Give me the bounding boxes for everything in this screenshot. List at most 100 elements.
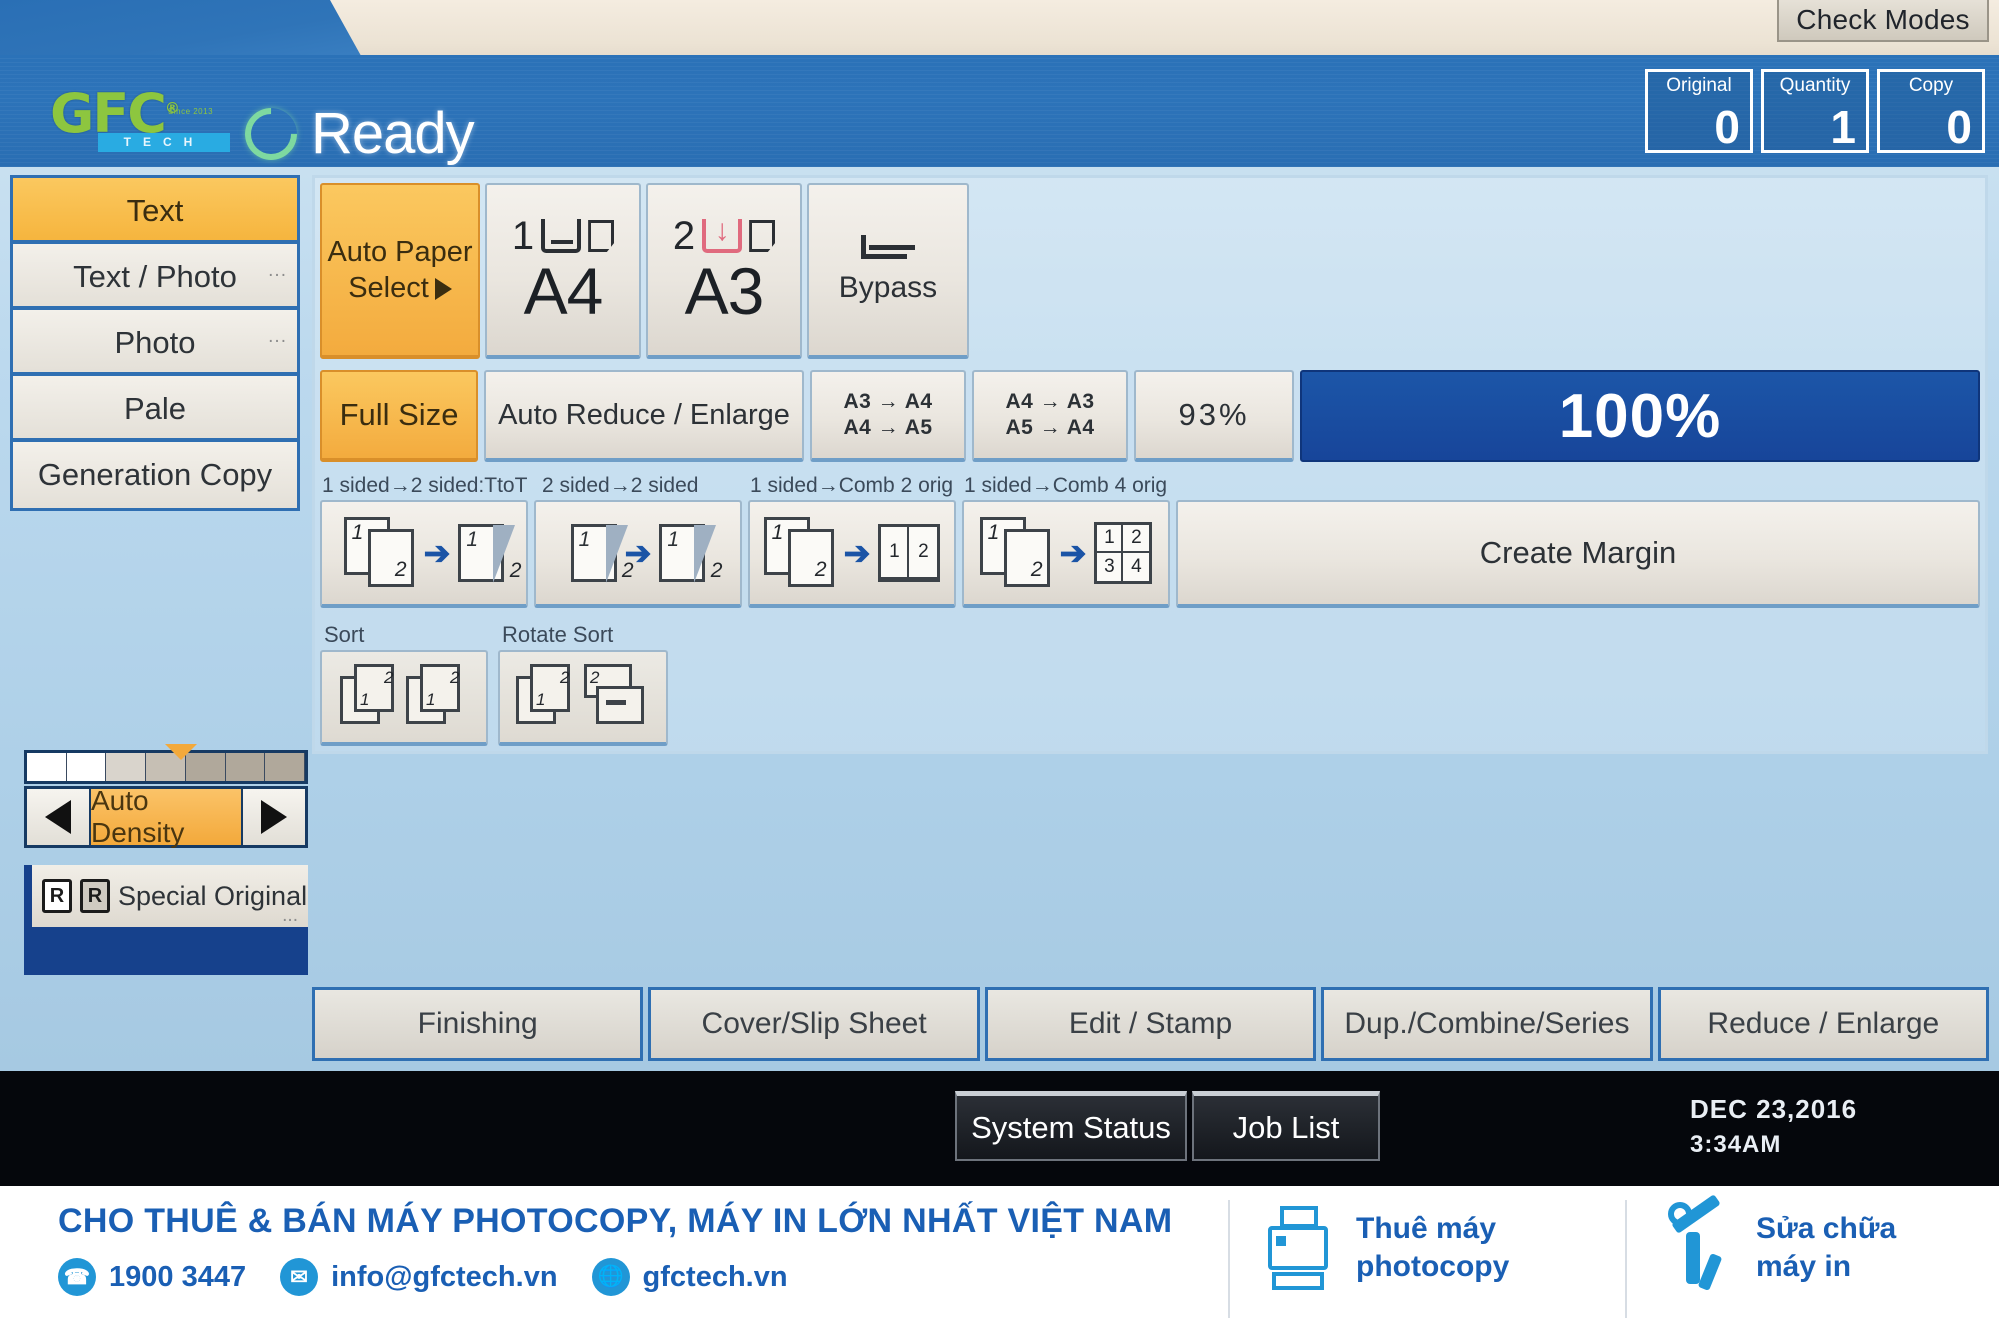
quality-option-text-photo[interactable]: Text / Photo ... bbox=[13, 244, 297, 310]
quality-label: Generation Copy bbox=[37, 457, 273, 492]
bypass-tray-button[interactable]: Bypass bbox=[807, 183, 969, 359]
page-number: 4 bbox=[1131, 556, 1142, 577]
density-segment bbox=[225, 753, 266, 781]
tab-reduce-enlarge[interactable]: Reduce / Enlarge bbox=[1657, 987, 1990, 1061]
datetime-display: DEC 23,2016 3:34AM bbox=[1690, 1091, 1857, 1163]
check-modes-button[interactable]: Check Modes bbox=[1777, 0, 1989, 42]
tab-cover-slip-sheet[interactable]: Cover/Slip Sheet bbox=[648, 987, 980, 1061]
page-number: 2 bbox=[560, 668, 570, 687]
auto-paper-select-button[interactable]: Auto Paper Select bbox=[320, 183, 480, 359]
paper-tray-2-button[interactable]: 2 ↓ A3 bbox=[646, 183, 802, 359]
page-number: 1 bbox=[771, 521, 784, 544]
more-options-dots: ... bbox=[282, 905, 298, 926]
banner-website[interactable]: 🌐 gfctech.vn bbox=[591, 1258, 788, 1296]
job-list-label: Job List bbox=[1232, 1109, 1340, 1145]
auto-reduce-enlarge-button[interactable]: Auto Reduce / Enlarge bbox=[484, 370, 804, 462]
banner-phone[interactable]: ☎ 1900 3447 bbox=[58, 1258, 246, 1296]
down-arrow-icon: ↓ bbox=[714, 214, 730, 247]
density-row: Auto Density bbox=[24, 785, 308, 848]
tab-finishing[interactable]: Finishing bbox=[312, 987, 644, 1061]
two-page-stack-icon: 1 2 bbox=[343, 517, 416, 589]
page-number: 1 bbox=[881, 527, 910, 579]
page-number: 2 bbox=[1030, 558, 1043, 581]
combine-2-originals-button[interactable]: 1 2 ➔ 1 2 bbox=[748, 500, 956, 608]
combine-4-originals-button[interactable]: 1 2 ➔ 1 2 3 4 bbox=[962, 500, 1170, 608]
page-number: 2 bbox=[450, 668, 460, 687]
sorted-stack-icon: 1 2 bbox=[406, 664, 468, 730]
quality-option-pale[interactable]: Pale bbox=[13, 376, 297, 442]
lcd-screen: GFC® Since 2013 TECH Ready Original 0 Qu… bbox=[0, 55, 1999, 1071]
ratio-line-1: A3 → A4 bbox=[843, 390, 933, 413]
ratio-93-button[interactable]: 93% bbox=[1134, 370, 1294, 462]
ratio-a3a4-button[interactable]: A3 → A4 A4 → A5 bbox=[810, 370, 966, 462]
tray-2-icons: 2 ↓ bbox=[673, 214, 776, 256]
paper-tray-icon bbox=[541, 219, 582, 253]
system-status-button[interactable]: System Status bbox=[955, 1091, 1187, 1161]
duplex-label-3: 1 sided→Comb 2 orig bbox=[750, 474, 954, 497]
service-rental-line1: Thuê máy bbox=[1356, 1212, 1497, 1245]
current-zoom-display[interactable]: 100% bbox=[1300, 370, 1980, 462]
job-list-button[interactable]: Job List bbox=[1192, 1091, 1380, 1161]
counter-quantity: Quantity 1 bbox=[1761, 69, 1869, 153]
ratio-line-2: A5 → A4 bbox=[1005, 416, 1095, 439]
logo-subtitle: TECH bbox=[98, 133, 230, 152]
right-arrow-icon bbox=[261, 800, 287, 834]
density-increase-button[interactable] bbox=[243, 789, 305, 845]
auto-density-button[interactable]: Auto Density bbox=[89, 785, 243, 848]
copier-touch-panel: Check Modes GFC® Since 2013 TECH Ready O… bbox=[0, 0, 1999, 1186]
page-number: 1 bbox=[426, 690, 436, 709]
right-arrow-icon: ➔ bbox=[1059, 535, 1087, 571]
page-number: 2 bbox=[710, 559, 723, 582]
special-original-button[interactable]: R R Special Original ... bbox=[32, 865, 308, 927]
page-number: 2 bbox=[394, 558, 407, 581]
tray-number: 1 bbox=[511, 214, 535, 258]
service-rental-line2: photocopy bbox=[1356, 1250, 1510, 1283]
system-status-bar: System Status Job List DEC 23,2016 3:34A… bbox=[0, 1071, 1999, 1186]
density-decrease-button[interactable] bbox=[27, 789, 89, 845]
main-settings-area: Auto Paper Select 1 A4 2 ↓ A3 Bypass Ful… bbox=[312, 175, 1988, 754]
duplex-label-2: 2 sided→2 sided bbox=[542, 474, 699, 497]
tab-label: Cover/Slip Sheet bbox=[701, 1007, 927, 1040]
page-number: 2 bbox=[621, 559, 634, 582]
page-number: 1 bbox=[360, 690, 370, 709]
paper-select-row: Auto Paper Select 1 A4 2 ↓ A3 Bypass bbox=[320, 183, 1980, 359]
banner-headline: CHO THUÊ & BÁN MÁY PHOTOCOPY, MÁY IN LỚN… bbox=[58, 1202, 1173, 1240]
ratio-a4a3-button[interactable]: A4 → A3 A5 → A4 bbox=[972, 370, 1128, 462]
sheet-line-icon bbox=[606, 700, 626, 705]
right-arrow-icon: ➔ bbox=[423, 535, 451, 571]
page-number: 1 bbox=[466, 528, 479, 551]
duplex-1to2-ttot-button[interactable]: 1 2 ➔ 1 2 bbox=[320, 500, 528, 608]
quality-label: Text bbox=[126, 193, 184, 228]
density-segment bbox=[27, 753, 67, 781]
auto-paper-label-2: Select bbox=[348, 272, 429, 304]
create-margin-button[interactable]: Create Margin bbox=[1176, 500, 1980, 608]
sort-button[interactable]: 1 2 1 2 bbox=[320, 650, 488, 746]
special-original-panel: R R Special Original ... bbox=[24, 865, 308, 975]
duplex-label-4: 1 sided→Comb 4 orig bbox=[964, 474, 1168, 497]
sheet-icon bbox=[596, 686, 644, 724]
page-number: 1 bbox=[667, 528, 680, 551]
globe-icon: 🌐 bbox=[591, 1258, 630, 1296]
quality-option-generation-copy[interactable]: Generation Copy bbox=[13, 442, 297, 508]
bypass-label: Bypass bbox=[838, 271, 938, 304]
paper-tray-1-button[interactable]: 1 A4 bbox=[485, 183, 641, 359]
quality-option-text[interactable]: Text bbox=[13, 178, 297, 244]
sort-section: Sort Rotate Sort 1 2 1 2 1 2 2 bbox=[320, 622, 1980, 746]
phone-text: 1900 3447 bbox=[109, 1260, 247, 1293]
density-segment bbox=[265, 753, 306, 781]
full-size-button[interactable]: Full Size bbox=[320, 370, 478, 462]
tab-dup-combine-series[interactable]: Dup./Combine/Series bbox=[1321, 987, 1653, 1061]
rotate-sort-button[interactable]: 1 2 2 bbox=[498, 650, 668, 746]
quality-option-photo[interactable]: Photo ... bbox=[13, 310, 297, 376]
sheet-orientation-icon bbox=[588, 220, 615, 252]
duplex-2to2-button[interactable]: 1 2 ➔ 1 2 bbox=[534, 500, 742, 608]
tab-edit-stamp[interactable]: Edit / Stamp bbox=[984, 987, 1317, 1061]
time-text: 3:34AM bbox=[1690, 1131, 1782, 1158]
sorted-stack-icon: 1 2 bbox=[516, 664, 578, 730]
counter-value: 1 bbox=[1830, 101, 1856, 153]
more-options-dots: ... bbox=[268, 260, 287, 281]
density-scale[interactable] bbox=[24, 744, 308, 784]
current-zoom-label: 100% bbox=[1558, 381, 1722, 451]
duplex-label-1: 1 sided→2 sided:TtoT bbox=[322, 474, 528, 497]
banner-email[interactable]: ✉ info@gfctech.vn bbox=[280, 1258, 558, 1296]
